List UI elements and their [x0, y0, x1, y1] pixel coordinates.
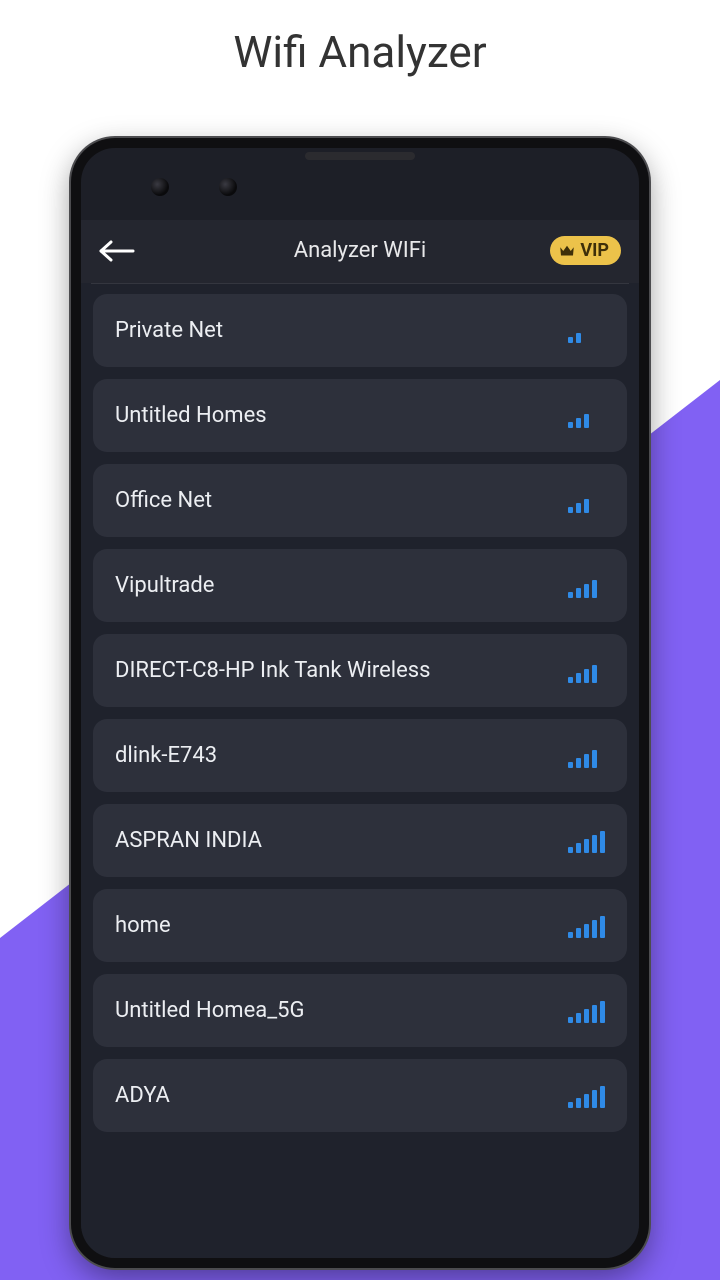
phone-speaker — [305, 152, 415, 160]
network-item[interactable]: Untitled Homea_5G — [93, 974, 627, 1047]
network-name: ASPRAN INDIA — [115, 828, 262, 853]
signal-icon — [568, 574, 605, 598]
back-button[interactable] — [99, 237, 141, 265]
network-name: Untitled Homea_5G — [115, 998, 304, 1023]
network-name: ADYA — [115, 1083, 170, 1108]
signal-icon — [568, 659, 605, 683]
crown-icon — [558, 242, 576, 260]
app-header: Analyzer WIFi VIP — [81, 220, 639, 283]
network-item[interactable]: Private Net — [93, 294, 627, 367]
app-screen: Analyzer WIFi VIP Private Net Untitled Ho… — [81, 220, 639, 1258]
page-title: Wifi Analyzer — [0, 0, 720, 98]
network-name: dlink-E743 — [115, 743, 217, 768]
network-item[interactable]: Vipultrade — [93, 549, 627, 622]
network-item[interactable]: Untitled Homes — [93, 379, 627, 452]
network-name: Office Net — [115, 488, 212, 513]
network-item[interactable]: DIRECT-C8-HP Ink Tank Wireless — [93, 634, 627, 707]
signal-icon — [568, 319, 605, 343]
signal-icon — [568, 914, 605, 938]
phone-screen-bezel: Analyzer WIFi VIP Private Net Untitled Ho… — [81, 148, 639, 1258]
signal-icon — [568, 489, 605, 513]
network-name: Private Net — [115, 318, 223, 343]
network-item[interactable]: ASPRAN INDIA — [93, 804, 627, 877]
signal-icon — [568, 1084, 605, 1108]
vip-label: VIP — [580, 240, 609, 261]
network-name: DIRECT-C8-HP Ink Tank Wireless — [115, 658, 430, 683]
network-name: Untitled Homes — [115, 403, 267, 428]
network-item[interactable]: dlink-E743 — [93, 719, 627, 792]
back-arrow-icon — [99, 240, 135, 262]
network-item[interactable]: Office Net — [93, 464, 627, 537]
header-title: Analyzer WIFi — [294, 238, 427, 263]
signal-icon — [568, 744, 605, 768]
network-name: home — [115, 913, 171, 938]
signal-icon — [568, 404, 605, 428]
signal-icon — [568, 829, 605, 853]
network-item[interactable]: ADYA — [93, 1059, 627, 1132]
network-item[interactable]: home — [93, 889, 627, 962]
network-list: Private Net Untitled Homes Office Net Vipul… — [81, 284, 639, 1258]
signal-icon — [568, 999, 605, 1023]
phone-frame: Analyzer WIFi VIP Private Net Untitled Ho… — [71, 138, 649, 1268]
vip-badge[interactable]: VIP — [550, 236, 621, 265]
phone-camera — [219, 178, 237, 196]
phone-camera — [151, 178, 169, 196]
network-name: Vipultrade — [115, 573, 214, 598]
